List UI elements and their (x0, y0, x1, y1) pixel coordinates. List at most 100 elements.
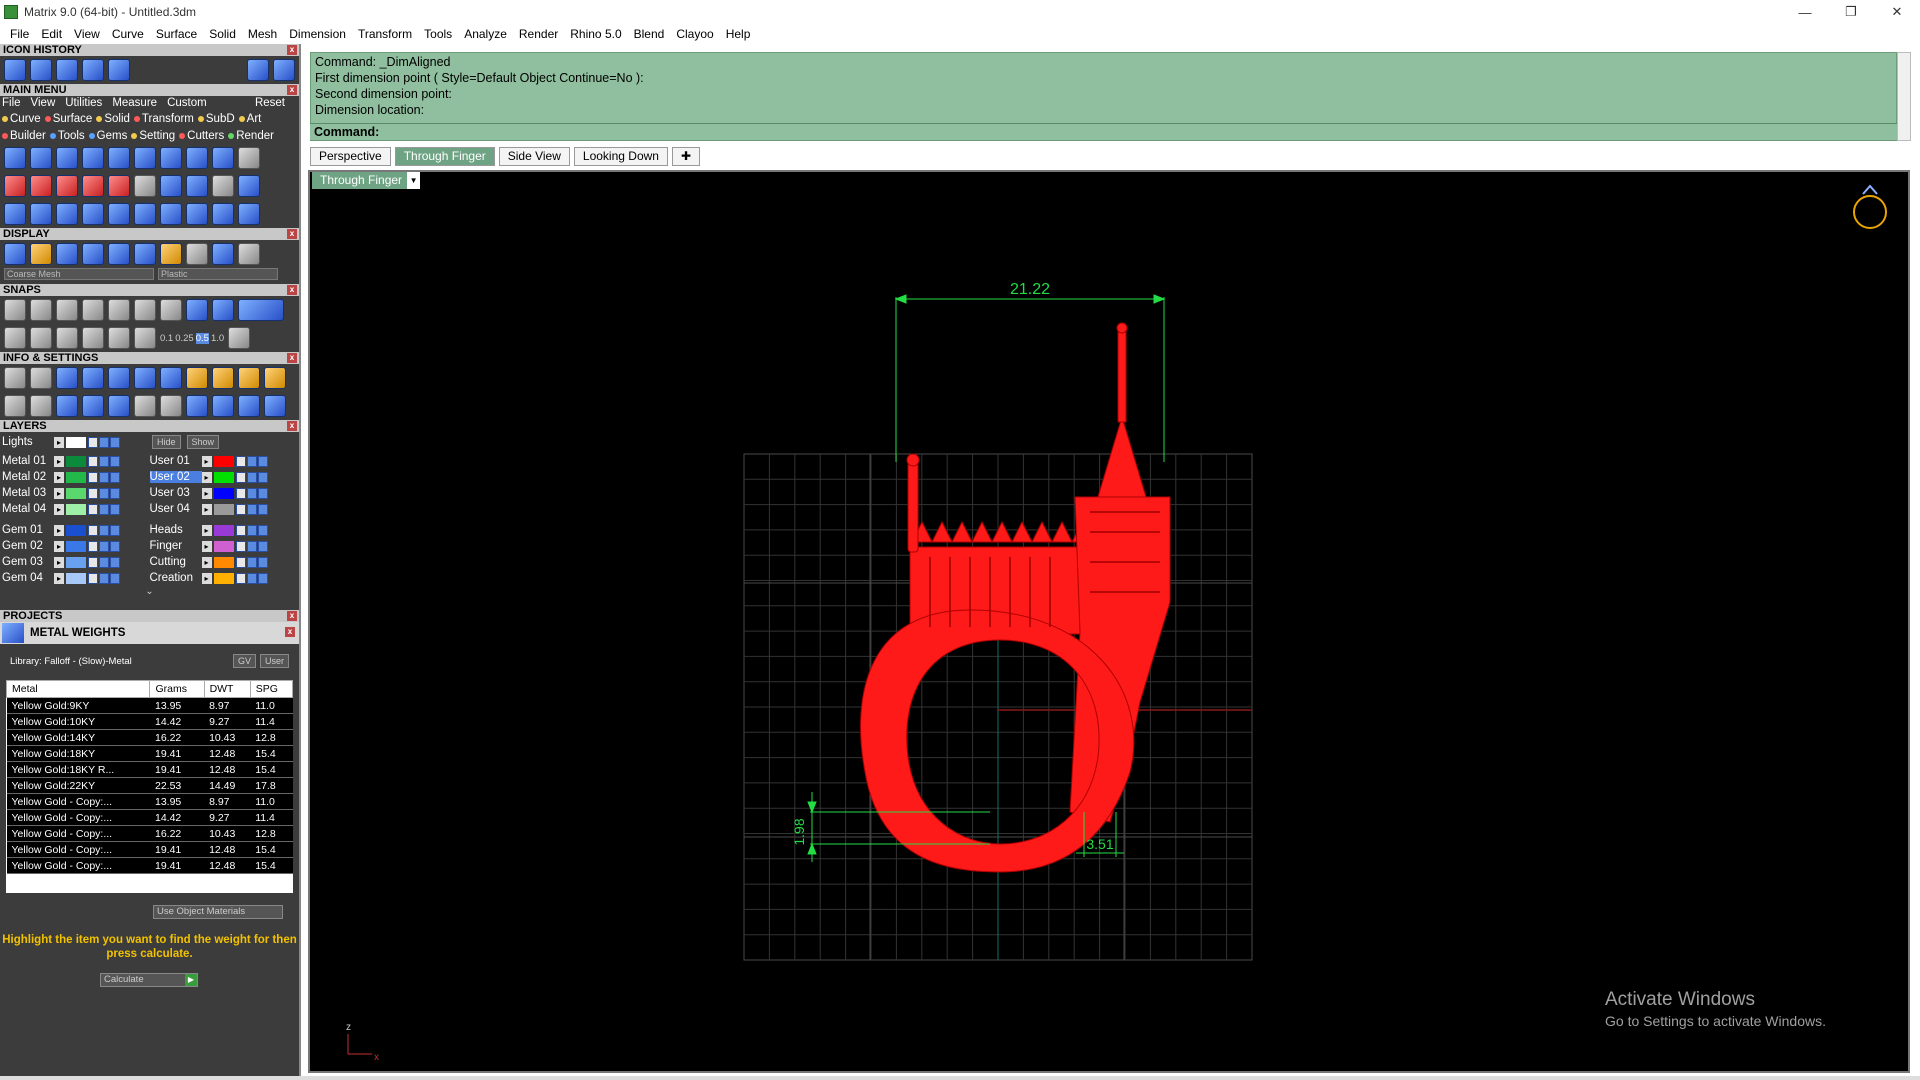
end-snap-icon[interactable] (4, 299, 26, 321)
band-tool-icon[interactable] (82, 147, 104, 169)
expand-icon[interactable]: ▸ (201, 455, 212, 467)
layer-name[interactable]: User 04 (150, 503, 202, 515)
frame-icon[interactable] (212, 367, 234, 389)
ring-info-icon[interactable] (264, 395, 286, 417)
lock-icon[interactable] (88, 436, 98, 448)
snap-value[interactable]: 0.25 (175, 333, 194, 344)
layer-color[interactable] (213, 524, 234, 536)
expand-icon[interactable]: ▸ (54, 487, 64, 499)
visible-icon[interactable] (246, 540, 257, 552)
layer-name[interactable]: Gem 04 (2, 572, 54, 584)
gem-tool-icon[interactable] (30, 147, 52, 169)
expand-icon[interactable]: ▸ (54, 556, 64, 568)
layer-name[interactable]: Gem 03 (2, 556, 54, 568)
paint-icon[interactable] (186, 367, 208, 389)
layer-color[interactable] (213, 540, 234, 552)
visible-icon[interactable] (110, 503, 120, 515)
monitor-icon[interactable] (30, 395, 52, 417)
layer-name[interactable]: Creation (150, 572, 202, 584)
cross-icon[interactable] (134, 395, 156, 417)
layer-name[interactable]: Metal 04 (2, 503, 54, 515)
column-header[interactable]: Grams (149, 680, 205, 698)
restore-button[interactable]: ❐ (1828, 0, 1874, 24)
menu-render[interactable]: Render (513, 27, 564, 41)
cube-icon[interactable] (56, 395, 78, 417)
menu-analyze[interactable]: Analyze (458, 27, 513, 41)
visible-icon[interactable] (110, 471, 120, 483)
menu-view[interactable]: View (68, 27, 106, 41)
visible-icon[interactable] (99, 471, 109, 483)
visible-icon[interactable] (99, 436, 109, 448)
curve-tool-icon[interactable] (4, 203, 26, 225)
ring-orientation-icon[interactable] (1853, 184, 1887, 229)
layer-color[interactable] (213, 556, 234, 568)
metal-sphere-icon[interactable] (82, 243, 104, 265)
export-icon[interactable] (264, 367, 286, 389)
point-snap-icon[interactable] (56, 299, 78, 321)
visible-icon[interactable] (246, 503, 257, 515)
material-select[interactable]: Plastic (158, 268, 278, 280)
visible-icon[interactable] (246, 455, 257, 467)
window-icon[interactable] (238, 367, 260, 389)
table-row[interactable]: Yellow Gold - Copy:... 19.41 12.48 15.4 (6, 841, 293, 858)
move-tool-icon[interactable] (30, 175, 52, 197)
panel-tool-icon[interactable] (238, 147, 260, 169)
visible-icon[interactable] (257, 503, 268, 515)
copy-icon[interactable] (82, 367, 104, 389)
menu-curve[interactable]: Curve (106, 27, 150, 41)
lock-icon[interactable] (88, 455, 98, 467)
visible-icon[interactable] (99, 524, 109, 536)
arc-tool-icon[interactable] (82, 175, 104, 197)
visible-icon[interactable] (110, 524, 120, 536)
cat-subd[interactable]: SubD (197, 113, 235, 125)
cat-tools[interactable]: Tools (49, 130, 85, 142)
check-tool-icon[interactable] (186, 175, 208, 197)
menu-solid[interactable]: Solid (203, 27, 242, 41)
env-icon[interactable] (108, 243, 130, 265)
ring-tool-icon[interactable] (56, 147, 78, 169)
table-row[interactable]: Yellow Gold:9KY 13.95 8.97 11.0 (6, 697, 293, 714)
layers-icon[interactable] (56, 367, 78, 389)
visible-icon[interactable] (110, 556, 120, 568)
menu-clayoo[interactable]: Clayoo (670, 27, 719, 41)
filter-icon[interactable] (108, 395, 130, 417)
ortho-snap-icon[interactable] (30, 327, 52, 349)
target-icon[interactable] (186, 395, 208, 417)
layer-color[interactable] (66, 487, 86, 499)
table-row[interactable]: Yellow Gold - Copy:... 16.22 10.43 12.8 (6, 825, 293, 842)
layer-name[interactable]: Finger (150, 540, 202, 552)
mm-measure[interactable]: Measure (112, 97, 157, 109)
shaded-icon[interactable] (30, 243, 52, 265)
expand-icon[interactable]: ▸ (54, 524, 64, 536)
tab-side-view[interactable]: Side View (498, 147, 570, 166)
layer-color[interactable] (66, 540, 86, 552)
column-header[interactable]: SPG (249, 680, 293, 698)
menu-transform[interactable]: Transform (352, 27, 418, 41)
smarttrack-icon[interactable] (108, 327, 130, 349)
command-input[interactable]: Command: (310, 123, 1897, 140)
expand-icon[interactable]: ▸ (201, 572, 212, 584)
expand-icon[interactable]: ▸ (201, 471, 212, 483)
table-row[interactable]: Yellow Gold - Copy:... 13.95 8.97 11.0 (6, 793, 293, 810)
visible-icon[interactable] (110, 572, 120, 584)
menu-surface[interactable]: Surface (150, 27, 203, 41)
cat-art[interactable]: Art (238, 113, 261, 125)
expand-icon[interactable]: ▸ (201, 487, 212, 499)
weight-icon[interactable] (238, 395, 260, 417)
lock-icon[interactable] (88, 471, 98, 483)
table-row[interactable]: Yellow Gold:14KY 16.22 10.43 12.8 (6, 729, 293, 746)
close-icon[interactable]: x (285, 627, 295, 637)
visible-icon[interactable] (246, 524, 257, 536)
show-button[interactable]: Show (186, 435, 220, 449)
cat-builder[interactable]: Builder (2, 130, 46, 142)
mm-utilities[interactable]: Utilities (65, 97, 102, 109)
expand-icon[interactable]: ▸ (54, 540, 64, 552)
settings-gear-icon[interactable] (4, 367, 26, 389)
column-header[interactable]: DWT (203, 680, 251, 698)
move-arrows-icon[interactable] (108, 203, 130, 225)
array-tool-icon[interactable] (134, 175, 156, 197)
blue-sphere-icon[interactable] (212, 243, 234, 265)
lock-icon[interactable] (235, 572, 246, 584)
perp-snap-icon[interactable] (108, 299, 130, 321)
lock-icon[interactable] (235, 556, 246, 568)
